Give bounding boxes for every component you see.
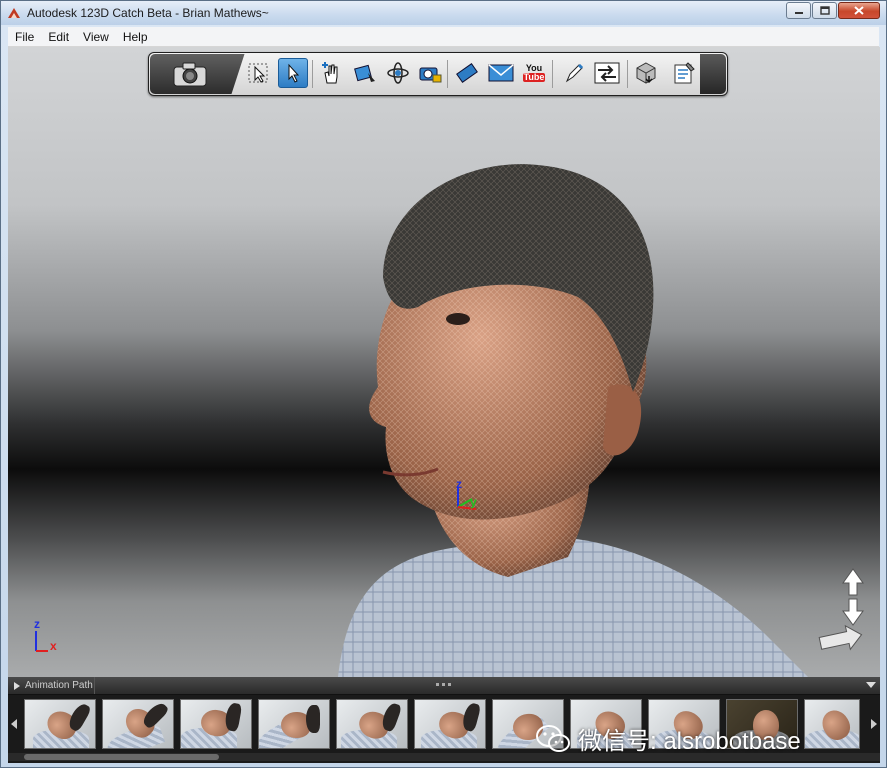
lasso-select-button[interactable] — [278, 58, 308, 88]
select-arrow-icon — [288, 63, 300, 83]
navigation-arrows[interactable] — [808, 567, 868, 667]
menu-view[interactable]: View — [76, 30, 116, 44]
chevron-left-icon — [11, 719, 17, 729]
app-logo-icon — [8, 8, 20, 18]
arrow-right-icon[interactable] — [818, 623, 864, 655]
email-share-button[interactable] — [486, 58, 516, 88]
maximize-button[interactable] — [812, 2, 837, 19]
animation-path-tab[interactable]: Animation Path — [8, 677, 95, 694]
title-bar[interactable]: Autodesk 123D Catch Beta - Brian Mathews… — [1, 1, 886, 25]
toolbar-separator — [447, 60, 448, 88]
minimize-icon — [794, 11, 803, 14]
export-button[interactable] — [592, 58, 622, 88]
world-axis-z-label: z — [34, 617, 40, 631]
strip-scrollbar[interactable] — [8, 753, 880, 761]
orbit-button[interactable] — [383, 58, 413, 88]
orbit-icon — [387, 62, 409, 84]
document-edit-icon — [674, 62, 695, 84]
close-icon — [854, 6, 864, 15]
youtube-upload-button[interactable]: You Tube — [519, 58, 549, 88]
panel-resize-grip[interactable] — [436, 683, 451, 686]
main-toolbar: You Tube — [148, 52, 728, 96]
mesh-cube-icon — [636, 62, 656, 84]
photo-thumbnail[interactable] — [180, 699, 252, 749]
center-axis-z-label: z — [456, 477, 462, 491]
menu-help[interactable]: Help — [116, 30, 155, 44]
picture-edit-icon — [354, 64, 375, 82]
play-triangle-icon — [14, 681, 20, 690]
collapse-panel-icon[interactable] — [866, 681, 876, 689]
arrow-up-icon[interactable] — [842, 568, 864, 596]
mesh-quality-button[interactable] — [631, 58, 661, 88]
capture-camera-button[interactable] — [150, 54, 230, 94]
pen-icon — [565, 63, 584, 83]
menu-bar: File Edit View Help — [8, 27, 879, 47]
camera-lock-button[interactable] — [415, 58, 445, 88]
maximize-icon — [819, 6, 830, 15]
photo-thumbnail[interactable] — [414, 699, 486, 749]
photo-thumbnail[interactable] — [24, 699, 96, 749]
arrow-down-icon[interactable] — [842, 598, 864, 626]
close-button[interactable] — [838, 2, 880, 19]
watermark-text: 微信号: alsrobotbase — [578, 728, 801, 755]
animation-path-label: Animation Path — [25, 680, 93, 691]
add-points-button[interactable] — [316, 58, 346, 88]
photo-thumbnail[interactable] — [804, 699, 860, 749]
export-arrows-icon — [594, 62, 620, 84]
strip-scroll-right[interactable] — [868, 695, 880, 753]
select-arrow-icon — [248, 63, 268, 83]
menu-file[interactable]: File — [8, 30, 41, 44]
center-axis-y-label: y — [470, 495, 477, 509]
photo-strip: 微信号: alsrobotbase — [8, 695, 880, 756]
youtube-icon: You Tube — [522, 64, 546, 82]
strip-scroll-left[interactable] — [8, 695, 20, 753]
wechat-logo-icon — [536, 724, 570, 752]
camera-icon — [173, 62, 207, 87]
photo-thumbnail[interactable] — [336, 699, 408, 749]
photo-thumbnail[interactable] — [258, 699, 330, 749]
photo-thumbnail[interactable] — [102, 699, 174, 749]
select-tool-button[interactable] — [243, 58, 273, 88]
envelope-icon — [488, 64, 514, 82]
toolbar-end-cap — [700, 54, 726, 94]
reference-tool-button[interactable] — [559, 58, 589, 88]
3d-mesh-model[interactable] — [308, 157, 868, 677]
toolbar-separator — [627, 60, 628, 88]
youtube-label-bottom: Tube — [522, 72, 546, 82]
toolbar-separator — [552, 60, 553, 88]
minimize-button[interactable] — [786, 2, 811, 19]
watermark: 微信号: alsrobotbase — [536, 721, 801, 756]
menu-edit[interactable]: Edit — [41, 30, 76, 44]
properties-button[interactable] — [669, 58, 699, 88]
animation-panel-header: Animation Path — [8, 677, 880, 695]
toolbar-separator — [312, 60, 313, 88]
app-window: Autodesk 123D Catch Beta - Brian Mathews… — [0, 0, 887, 768]
window-title: Autodesk 123D Catch Beta - Brian Mathews… — [27, 6, 269, 20]
film-icon — [456, 63, 478, 83]
camera-lock-icon — [419, 67, 442, 83]
video-export-button[interactable] — [452, 58, 482, 88]
chevron-right-icon — [871, 719, 877, 729]
strip-scrollbar-thumb[interactable] — [24, 754, 219, 760]
center-axis-gizmo[interactable] — [448, 477, 488, 517]
animation-panel: Animation Path 微信号: alsrobotbase — [8, 677, 880, 763]
world-axis-x-label: x — [50, 639, 57, 653]
hand-plus-icon — [322, 62, 338, 84]
image-edit-button[interactable] — [350, 58, 380, 88]
window-controls — [785, 2, 880, 20]
3d-viewport[interactable]: You Tube z y z x — [8, 47, 880, 677]
